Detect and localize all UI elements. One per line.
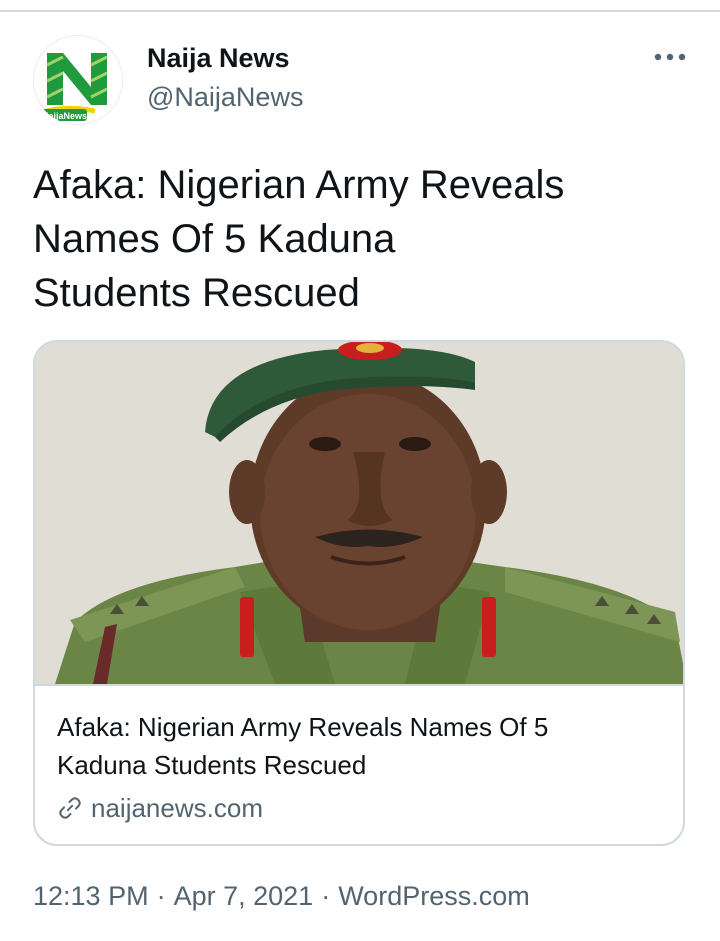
card-divider <box>35 684 683 686</box>
avatar[interactable]: NaijaNews <box>33 35 123 125</box>
card-domain-text: naijanews.com <box>91 793 263 823</box>
tweet: NaijaNews Naija News @NaijaNews Afaka: N… <box>0 0 720 941</box>
meta-separator: · <box>321 881 331 911</box>
avatar-wordmark: NaijaNews <box>42 111 87 121</box>
card-image[interactable] <box>35 342 683 684</box>
user-handle[interactable]: @NaijaNews <box>147 80 303 114</box>
link-preview-card[interactable]: Afaka: Nigerian Army Reveals Names Of 5 … <box>33 340 685 846</box>
tweet-text-line: Students Rescued <box>33 271 360 315</box>
more-horizontal-icon <box>654 53 686 61</box>
link-icon <box>59 797 81 819</box>
naija-news-logo-icon: NaijaNews <box>34 36 122 124</box>
tweet-text-line: Afaka: Nigerian Army Reveals <box>33 163 565 207</box>
tweet-text-line: Names Of 5 Kaduna <box>33 217 396 261</box>
tweet-source[interactable]: WordPress.com <box>338 881 530 911</box>
card-title-line: Afaka: Nigerian Army Reveals Names Of 5 <box>57 712 549 742</box>
tweet-time[interactable]: 12:13 PM <box>33 881 149 911</box>
author-block: Naija News @NaijaNews <box>147 42 303 114</box>
soldier-portrait-image <box>35 342 683 684</box>
tweet-text: Afaka: Nigerian Army Reveals Names Of 5 … <box>33 158 653 320</box>
tweet-meta: 12:13 PM · Apr 7, 2021 · WordPress.com <box>33 879 530 913</box>
meta-separator: · <box>156 881 166 911</box>
tweet-date[interactable]: Apr 7, 2021 <box>174 881 314 911</box>
more-options-button[interactable] <box>650 45 690 69</box>
display-name[interactable]: Naija News <box>147 42 303 74</box>
card-title-line: Kaduna Students Rescued <box>57 750 367 780</box>
card-title[interactable]: Afaka: Nigerian Army Reveals Names Of 5 … <box>57 708 657 784</box>
card-domain[interactable]: naijanews.com <box>57 791 263 825</box>
